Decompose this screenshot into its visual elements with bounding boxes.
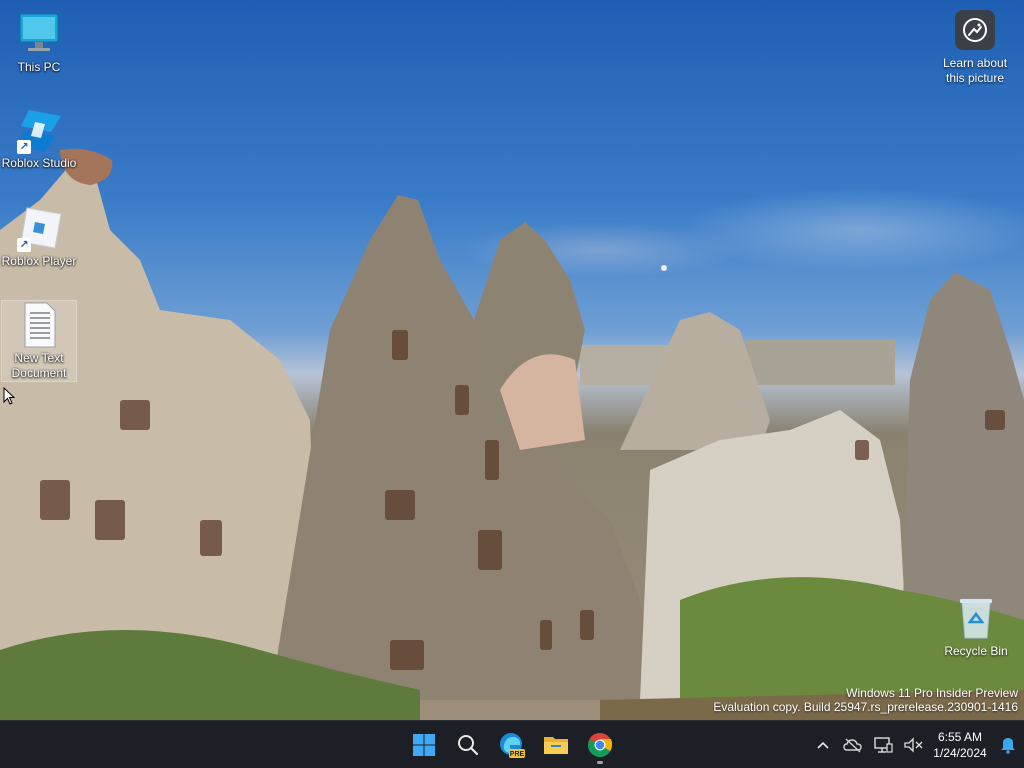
desktop-icon-label: Roblox Player [1, 254, 77, 268]
search-icon [458, 735, 479, 756]
shortcut-arrow-icon: ↗ [17, 140, 31, 154]
learn-about-this-picture[interactable]: Learn about this picture [934, 10, 1016, 86]
roblox-player-icon: ↗ [15, 204, 63, 252]
start-button[interactable] [404, 725, 444, 765]
taskbar-clock[interactable]: 6:55 AM 1/24/2024 [928, 729, 992, 761]
desktop-icon-this-pc[interactable]: This PC [1, 10, 77, 75]
clock-time: 6:55 AM [937, 730, 983, 744]
desktop-icon-label: This PC [17, 60, 61, 74]
mouse-cursor-icon [3, 386, 16, 410]
learn-label: Learn about this picture [942, 56, 1008, 85]
onedrive-button[interactable] [838, 725, 868, 765]
volume-button[interactable] [898, 725, 928, 765]
chrome-button[interactable] [580, 725, 620, 765]
watermark-build: Evaluation copy. Build 25947.rs_prerelea… [713, 700, 1018, 714]
search-button[interactable] [448, 725, 488, 765]
text-document-icon [15, 301, 63, 349]
file-explorer-button[interactable] [536, 725, 576, 765]
desktop-icon-roblox-player[interactable]: ↗ Roblox Player [1, 204, 77, 269]
desktop-icon-new-text-document[interactable]: New Text Document [1, 300, 77, 382]
shortcut-arrow-icon: ↗ [17, 238, 31, 252]
running-indicator [597, 761, 603, 764]
chrome-icon [588, 733, 613, 758]
bell-icon [1001, 738, 1015, 754]
system-tray: 6:55 AM 1/24/2024 [808, 721, 1024, 768]
desktop-icon-label: Recycle Bin [944, 644, 1008, 658]
show-hidden-icons-button[interactable] [808, 725, 838, 765]
desktop-icon-recycle-bin[interactable]: Recycle Bin [938, 596, 1014, 659]
network-icon [874, 737, 893, 753]
network-button[interactable] [868, 725, 898, 765]
taskbar-apps: PRE [404, 725, 620, 765]
folder-icon [544, 737, 568, 754]
desktop-icon-label: New Text Document [11, 351, 67, 380]
edge-pre-badge: PRE [510, 751, 525, 758]
windows-build-watermark: Windows 11 Pro Insider Preview Evaluatio… [713, 686, 1018, 714]
taskbar: PRE 6:55 AM 1/24/2024 [0, 720, 1024, 768]
desktop-wallpaper [0, 0, 1024, 720]
roblox-studio-icon: ↗ [15, 106, 63, 154]
monitor-icon [15, 10, 63, 58]
watermark-edition: Windows 11 Pro Insider Preview [846, 686, 1018, 700]
recycle-bin-icon [956, 596, 996, 640]
wallpaper-landscape [0, 148, 1024, 720]
desktop-icon-roblox-studio[interactable]: ↗ Roblox Studio [1, 106, 77, 171]
desktop-icon-label: Roblox Studio [1, 156, 77, 170]
camera-info-icon [955, 10, 995, 50]
cloud-offline-icon [843, 738, 862, 753]
chevron-up-icon [817, 741, 829, 749]
edge-pre-button[interactable]: PRE [492, 725, 532, 765]
volume-muted-icon [904, 737, 923, 753]
notifications-button[interactable] [992, 725, 1024, 765]
windows-logo-icon [413, 734, 435, 756]
edge-icon: PRE [500, 733, 525, 758]
clock-date: 1/24/2024 [933, 746, 987, 760]
